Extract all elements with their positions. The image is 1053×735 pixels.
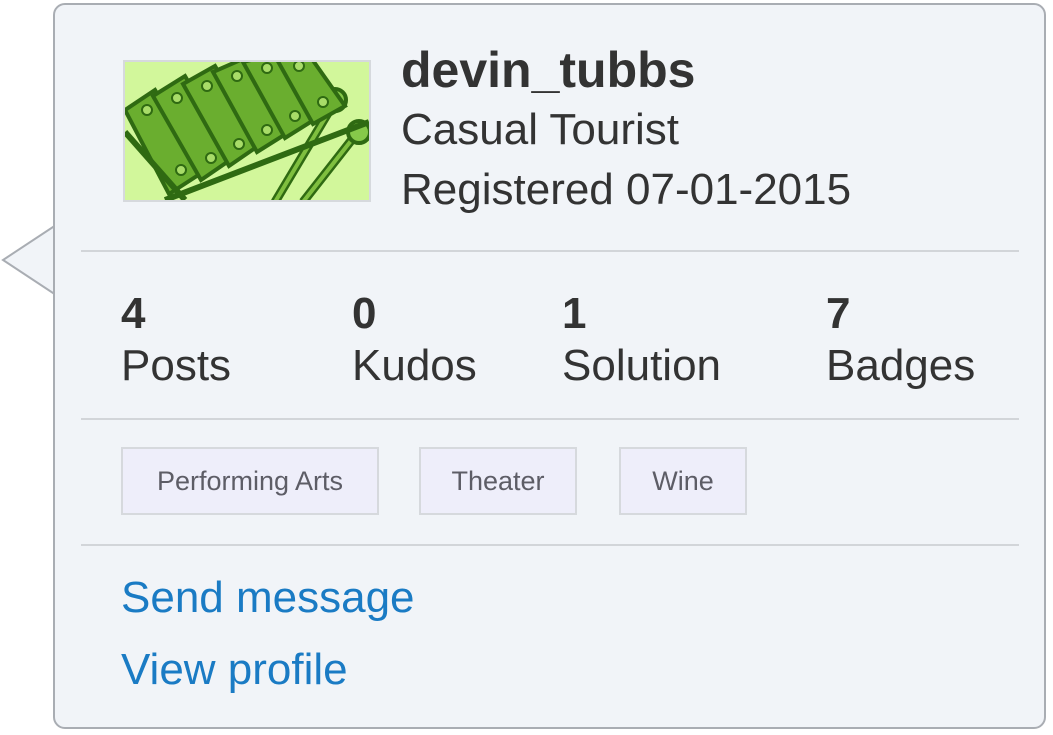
stat-value: 4 [121, 289, 146, 338]
xylophone-icon [125, 62, 369, 200]
view-profile-link[interactable]: View profile [121, 645, 348, 695]
stat-value: 1 [562, 289, 587, 338]
stat-value: 0 [352, 289, 377, 338]
divider [81, 544, 1019, 546]
send-message-link[interactable]: Send message [121, 573, 415, 623]
stat-label: Badges [826, 341, 976, 390]
user-rank: Casual Tourist [401, 105, 679, 154]
stat-solutions: 1 Solution [562, 289, 721, 393]
stat-badges: 7 Badges [826, 289, 975, 393]
stat-label: Solution [562, 341, 722, 390]
user-profile-card: devin_tubbs Casual Tourist Registered 07… [53, 3, 1046, 729]
interest-tag-theater[interactable]: Theater [419, 447, 577, 515]
divider [81, 418, 1019, 420]
registration-date: Registered 07-01-2015 [401, 165, 852, 214]
interest-tag-wine[interactable]: Wine [619, 447, 747, 515]
stat-label: Posts [121, 341, 232, 390]
stat-kudos: 0 Kudos [352, 289, 477, 393]
stat-value: 7 [826, 289, 851, 338]
divider [81, 250, 1019, 252]
username[interactable]: devin_tubbs [401, 41, 695, 99]
popover-pointer [1, 225, 57, 295]
user-avatar[interactable] [123, 60, 371, 202]
interest-tag-performing-arts[interactable]: Performing Arts [121, 447, 379, 515]
stat-label: Kudos [352, 341, 477, 390]
stat-posts: 4 Posts [121, 289, 231, 393]
